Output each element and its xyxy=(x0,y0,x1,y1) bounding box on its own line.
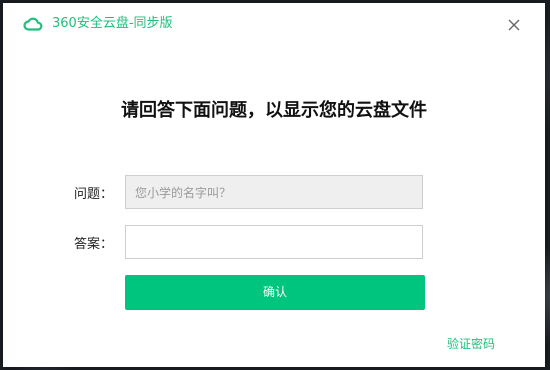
answer-input[interactable] xyxy=(125,225,423,259)
page-headline: 请回答下面问题，以显示您的云盘文件 xyxy=(121,100,427,121)
confirm-button[interactable]: 确认 xyxy=(125,275,425,310)
app-title: 360安全云盘-同步版 xyxy=(52,16,173,31)
dialog-window: 360安全云盘-同步版 请回答下面问题，以显示您的云盘文件 问题： 答案： 确认… xyxy=(3,3,545,367)
question-field xyxy=(125,175,423,209)
title-bar: 360安全云盘-同步版 xyxy=(3,3,545,45)
question-label: 问题： xyxy=(73,187,113,202)
close-icon[interactable] xyxy=(503,14,525,36)
answer-label: 答案： xyxy=(73,237,113,252)
verify-password-link[interactable]: 验证密码 xyxy=(447,336,495,352)
cloud-logo-icon xyxy=(23,17,43,31)
